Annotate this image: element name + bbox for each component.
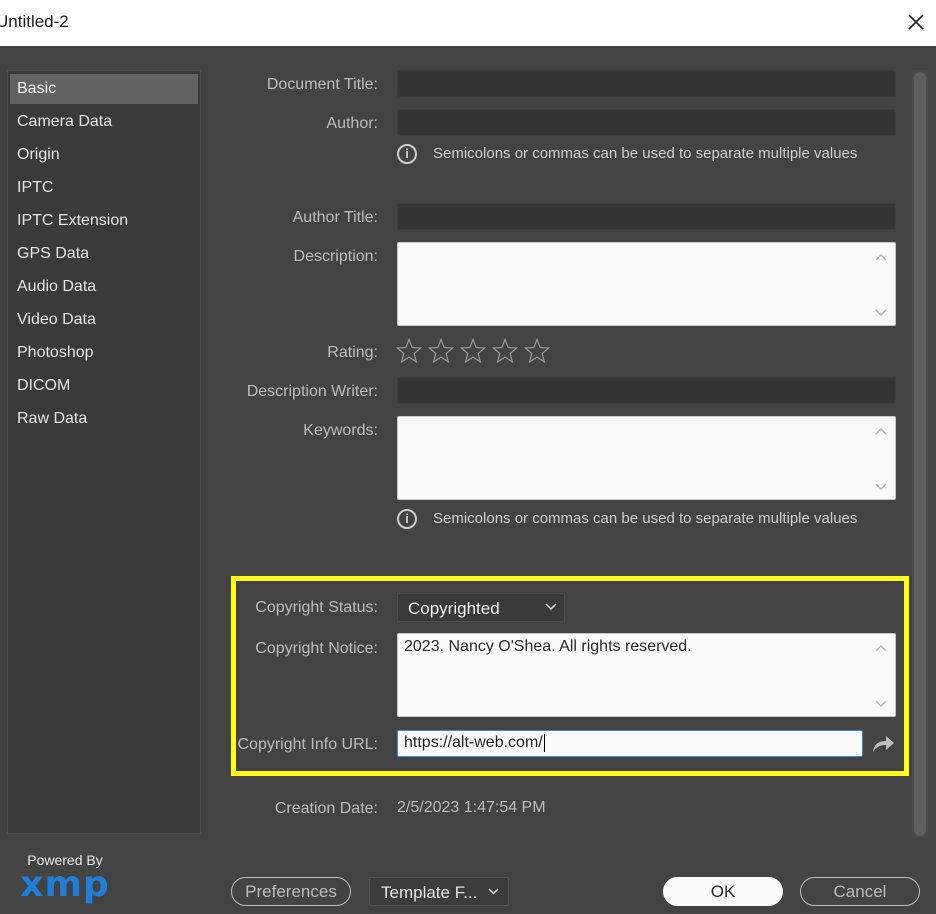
scroll-down-icon[interactable]: [875, 483, 887, 491]
rating-stars[interactable]: [396, 338, 556, 369]
xmp-branding: Powered By xmp: [10, 852, 120, 905]
keywords-hint-text: Semicolons or commas can be used to sepa…: [433, 509, 858, 527]
copyright-status-value: Copyrighted: [408, 599, 500, 618]
sidebar-item-audio-data[interactable]: Audio Data: [10, 272, 198, 302]
window-title: Untitled-2: [0, 12, 69, 31]
author-label: Author:: [326, 115, 378, 132]
scroll-up-icon[interactable]: [875, 427, 887, 435]
description-textarea[interactable]: [397, 242, 896, 326]
scroll-down-icon[interactable]: [875, 700, 887, 708]
scroll-up-icon[interactable]: [875, 253, 887, 261]
info-icon: i: [397, 509, 417, 529]
copyright-notice-value: 2023. Nancy O'Shea. All rights reserved.: [404, 638, 692, 655]
star-icon[interactable]: [396, 338, 422, 364]
copyright-url-label: Copyright Info URL:: [237, 736, 378, 753]
keywords-label: Keywords:: [303, 422, 378, 439]
text-caret: [543, 734, 545, 752]
description-writer-field[interactable]: [397, 377, 896, 404]
copyright-notice-textarea[interactable]: 2023. Nancy O'Shea. All rights reserved.: [397, 633, 896, 717]
author-title-field[interactable]: [397, 203, 896, 230]
info-icon: i: [397, 144, 417, 164]
star-icon[interactable]: [492, 338, 518, 364]
scroll-down-icon[interactable]: [875, 309, 887, 317]
author-hint-text: Semicolons or commas can be used to sepa…: [433, 144, 858, 162]
document-title-label: Document Title:: [266, 76, 378, 93]
rating-label: Rating:: [327, 344, 378, 361]
keywords-hint: i Semicolons or commas can be used to sep…: [397, 509, 857, 529]
scroll-up-icon[interactable]: [875, 644, 887, 652]
author-field[interactable]: [397, 109, 896, 136]
keywords-textarea[interactable]: [397, 416, 896, 500]
template-folder-value: Template F...: [381, 883, 478, 902]
template-folder-select[interactable]: Template F...: [369, 877, 509, 906]
sidebar-item-video-data[interactable]: Video Data: [10, 305, 198, 335]
creation-date-value: 2/5/2023 1:47:54 PM: [397, 799, 546, 816]
description-writer-label: Description Writer:: [246, 383, 378, 400]
ok-button[interactable]: OK: [663, 877, 783, 906]
star-icon[interactable]: [460, 338, 486, 364]
main-scrollbar[interactable]: [912, 70, 928, 838]
author-hint: i Semicolons or commas can be used to sep…: [397, 144, 857, 164]
star-icon[interactable]: [428, 338, 454, 364]
sidebar-item-iptc[interactable]: IPTC: [10, 173, 198, 203]
copyright-status-label: Copyright Status:: [255, 599, 378, 616]
copyright-url-input[interactable]: https://alt-web.com/: [397, 730, 863, 757]
sidebar-item-camera-data[interactable]: Camera Data: [10, 107, 198, 137]
sidebar-item-basic[interactable]: Basic: [10, 74, 198, 104]
sidebar-item-gps-data[interactable]: GPS Data: [10, 239, 198, 269]
sidebar-item-raw-data[interactable]: Raw Data: [10, 404, 198, 434]
sidebar-item-dicom[interactable]: DICOM: [10, 371, 198, 401]
copyright-notice-label: Copyright Notice:: [255, 640, 378, 657]
go-to-url-icon[interactable]: [870, 733, 896, 755]
copyright-status-select[interactable]: Copyrighted: [397, 593, 565, 622]
document-title-field[interactable]: [397, 70, 896, 97]
sidebar-item-iptc-extension[interactable]: IPTC Extension: [10, 206, 198, 236]
chevron-down-icon: [488, 888, 499, 895]
sidebar-item-origin[interactable]: Origin: [10, 140, 198, 170]
preferences-button[interactable]: Preferences: [231, 877, 351, 906]
category-sidebar: Basic Camera Data Origin IPTC IPTC Exten…: [7, 70, 201, 834]
xmp-logo: xmp: [20, 864, 110, 905]
star-icon[interactable]: [524, 338, 550, 364]
chevron-down-icon: [545, 603, 557, 611]
title-bar: Untitled-2: [0, 0, 936, 46]
cancel-button[interactable]: Cancel: [800, 877, 920, 906]
copyright-url-value: https://alt-web.com/: [404, 734, 543, 752]
scrollbar-thumb[interactable]: [914, 72, 926, 836]
author-title-label: Author Title:: [292, 209, 378, 226]
sidebar-item-photoshop[interactable]: Photoshop: [10, 338, 198, 368]
description-label: Description:: [293, 248, 378, 265]
creation-date-label: Creation Date:: [274, 800, 378, 817]
close-icon[interactable]: [904, 10, 928, 34]
